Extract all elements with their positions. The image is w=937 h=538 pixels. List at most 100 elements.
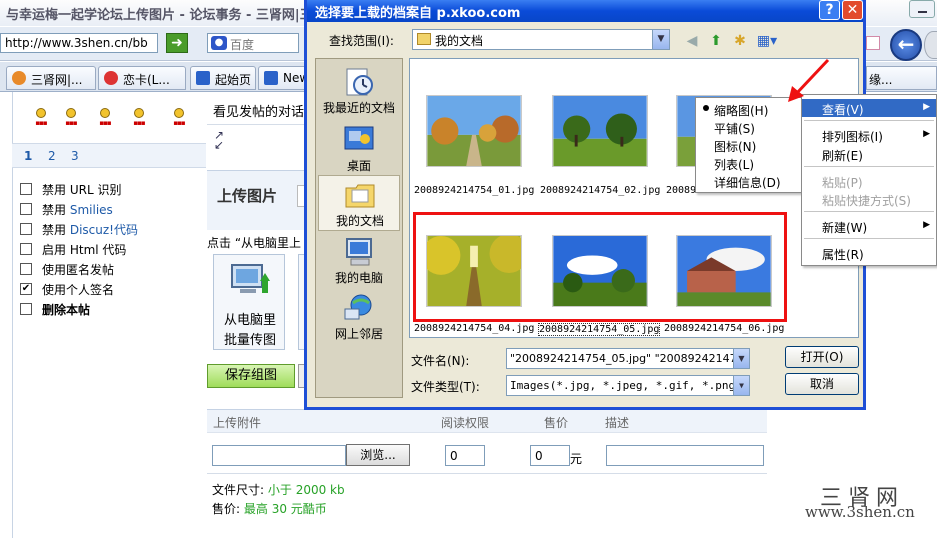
checkbox[interactable]: [20, 223, 32, 235]
view-menu-icon[interactable]: ▦▾: [755, 32, 779, 50]
smiley-icon[interactable]: ▪▪▪: [60, 108, 82, 132]
file-type-select[interactable]: Images(*.jpg, *.jpeg, *.gif, *.png,*. ▼: [506, 375, 750, 396]
help-button[interactable]: ?: [819, 0, 840, 20]
size-label: 文件尺寸:: [212, 483, 265, 497]
description-input[interactable]: [606, 445, 764, 466]
cancel-button[interactable]: 取消: [785, 373, 859, 395]
submenu-arrow-icon: ▶: [923, 129, 930, 139]
smiley-icon[interactable]: ▪▪▪: [94, 108, 116, 132]
checkbox[interactable]: [20, 263, 32, 275]
col-permission: 阅读权限: [441, 416, 490, 430]
attachment-file-input[interactable]: [212, 445, 346, 466]
option-anonymous[interactable]: 使用匿名发帖: [20, 261, 210, 279]
menu-item-details[interactable]: 详细信息(D): [696, 172, 802, 190]
menu-item-new[interactable]: 新建(W) ▶: [802, 217, 936, 235]
places-bar: 我最近的文档 桌面 我的文档 我的电脑 网上邻居: [315, 58, 403, 398]
file-name[interactable]: 2008924214754_06.jpg: [664, 323, 784, 334]
thumbnail-image[interactable]: [426, 95, 522, 167]
place-my-computer[interactable]: 我的电脑: [318, 233, 400, 289]
file-type-label: 文件类型(T):: [411, 380, 480, 394]
batch-label-1: 从电脑里: [223, 313, 276, 328]
new-folder-icon[interactable]: ✱: [731, 32, 749, 50]
menu-item-properties[interactable]: 属性(R): [802, 244, 936, 262]
watermark-url: www.3shen.cn: [805, 503, 915, 521]
menu-item-list[interactable]: 列表(L): [696, 154, 802, 172]
file-name[interactable]: 2008924214754_04.jpg: [414, 323, 534, 334]
browse-button[interactable]: 浏览...: [346, 444, 410, 466]
option-prefix: 禁用: [42, 203, 67, 217]
option-disable-smilies[interactable]: 禁用 Smilies: [20, 201, 210, 219]
page-1[interactable]: 1: [24, 149, 32, 163]
menu-item-label: 粘贴(P): [822, 176, 863, 190]
forward-button[interactable]: [924, 31, 937, 59]
read-permission-input[interactable]: 0: [445, 445, 485, 466]
place-my-documents[interactable]: 我的文档: [318, 175, 400, 231]
tab-new[interactable]: New: [258, 66, 308, 90]
tab-3shen[interactable]: 三肾网|...: [6, 66, 96, 90]
option-prefix: 禁用: [42, 223, 67, 237]
selection-highlight-box: [413, 212, 787, 322]
back-arrow-icon[interactable]: ←: [890, 29, 922, 61]
checkbox[interactable]: [20, 303, 32, 315]
page-icon[interactable]: [866, 36, 880, 50]
look-in-select[interactable]: 我的文档 ▼: [412, 29, 670, 50]
price-input[interactable]: 0: [530, 445, 570, 466]
file-name[interactable]: 2008924214754_01.jpg: [414, 185, 534, 196]
option-prefix: 禁用: [42, 183, 67, 197]
size-value: 小于 2000 kb: [267, 483, 345, 497]
tab-right[interactable]: 缘...: [866, 66, 937, 90]
yuan-label: 元: [570, 452, 583, 466]
smilies-row: ▪▪▪ ▪▪▪ ▪▪▪ ▪▪▪ ▪▪▪: [22, 108, 202, 138]
tab-lianka[interactable]: 恋卡(L...: [98, 66, 186, 90]
menu-item-arrange-icons[interactable]: 排列图标(I) ▶: [802, 126, 936, 144]
place-recent[interactable]: 我最近的文档: [318, 63, 400, 119]
page-2[interactable]: 2: [48, 149, 56, 163]
option-disable-url[interactable]: 禁用 URL 识别: [20, 181, 210, 199]
file-name[interactable]: 20089: [666, 185, 696, 196]
tab-home[interactable]: 起始页: [190, 66, 256, 90]
sort-icon[interactable]: ↗ ↙: [214, 129, 228, 151]
option-disable-discuz[interactable]: 禁用 Discuz!代码: [20, 221, 210, 239]
address-input[interactable]: http://www.3shen.cn/bb: [0, 33, 158, 53]
page-3[interactable]: 3: [71, 149, 79, 163]
go-button[interactable]: ➜: [166, 33, 188, 53]
chevron-down-icon[interactable]: ▼: [733, 349, 749, 368]
menu-item-label: 粘贴快捷方式(S): [822, 194, 911, 208]
option-signature[interactable]: ✔ 使用个人签名: [20, 281, 210, 299]
chevron-down-icon[interactable]: ▼: [652, 30, 669, 49]
menu-item-icons[interactable]: 图标(N): [696, 136, 802, 154]
up-folder-icon[interactable]: ⬆: [707, 32, 725, 50]
close-button[interactable]: ✕: [842, 0, 863, 20]
thumbnail-image[interactable]: [552, 95, 648, 167]
file-name-selected[interactable]: 2008924214754_05.jpg: [538, 323, 661, 336]
file-name-input[interactable]: "2008924214754_05.jpg" "2008924214754_ ▼: [506, 348, 750, 369]
file-name[interactable]: 2008924214754_02.jpg: [540, 185, 660, 196]
option-label: 删除本帖: [42, 303, 91, 317]
open-button[interactable]: 打开(O): [785, 346, 859, 368]
place-network[interactable]: 网上邻居: [318, 289, 400, 345]
option-enable-html[interactable]: 启用 Html 代码: [20, 241, 210, 259]
smiley-icon[interactable]: ▪▪▪: [30, 108, 52, 132]
batch-upload-button[interactable]: 从电脑里 批量传图: [213, 254, 285, 350]
search-box[interactable]: ● 百度: [207, 33, 299, 53]
network-places-icon: [344, 294, 372, 320]
menu-item-refresh[interactable]: 刷新(E): [802, 145, 936, 163]
menu-item-paste: 粘贴(P): [802, 172, 936, 190]
option-delete-post[interactable]: 删除本帖: [20, 301, 210, 319]
option-label: Discuz!代码: [69, 223, 138, 237]
checkbox[interactable]: [20, 203, 32, 215]
back-icon[interactable]: ◀: [683, 32, 701, 50]
checkbox[interactable]: [20, 243, 32, 255]
place-desktop[interactable]: 桌面: [318, 121, 400, 177]
checkbox[interactable]: [20, 183, 32, 195]
smiley-icon[interactable]: ▪▪▪: [168, 108, 190, 132]
col-price: 售价: [544, 416, 569, 430]
minimize-button[interactable]: [909, 0, 935, 18]
chevron-down-icon[interactable]: ▼: [733, 376, 749, 395]
save-group-button[interactable]: 保存组图: [207, 364, 295, 388]
checkbox-checked[interactable]: ✔: [20, 283, 32, 295]
smiley-icon[interactable]: ▪▪▪: [128, 108, 150, 132]
desktop-icon: [344, 126, 374, 150]
menu-item-tiles[interactable]: 平铺(S): [696, 118, 802, 136]
baidu-paw-icon: ●: [211, 36, 227, 50]
